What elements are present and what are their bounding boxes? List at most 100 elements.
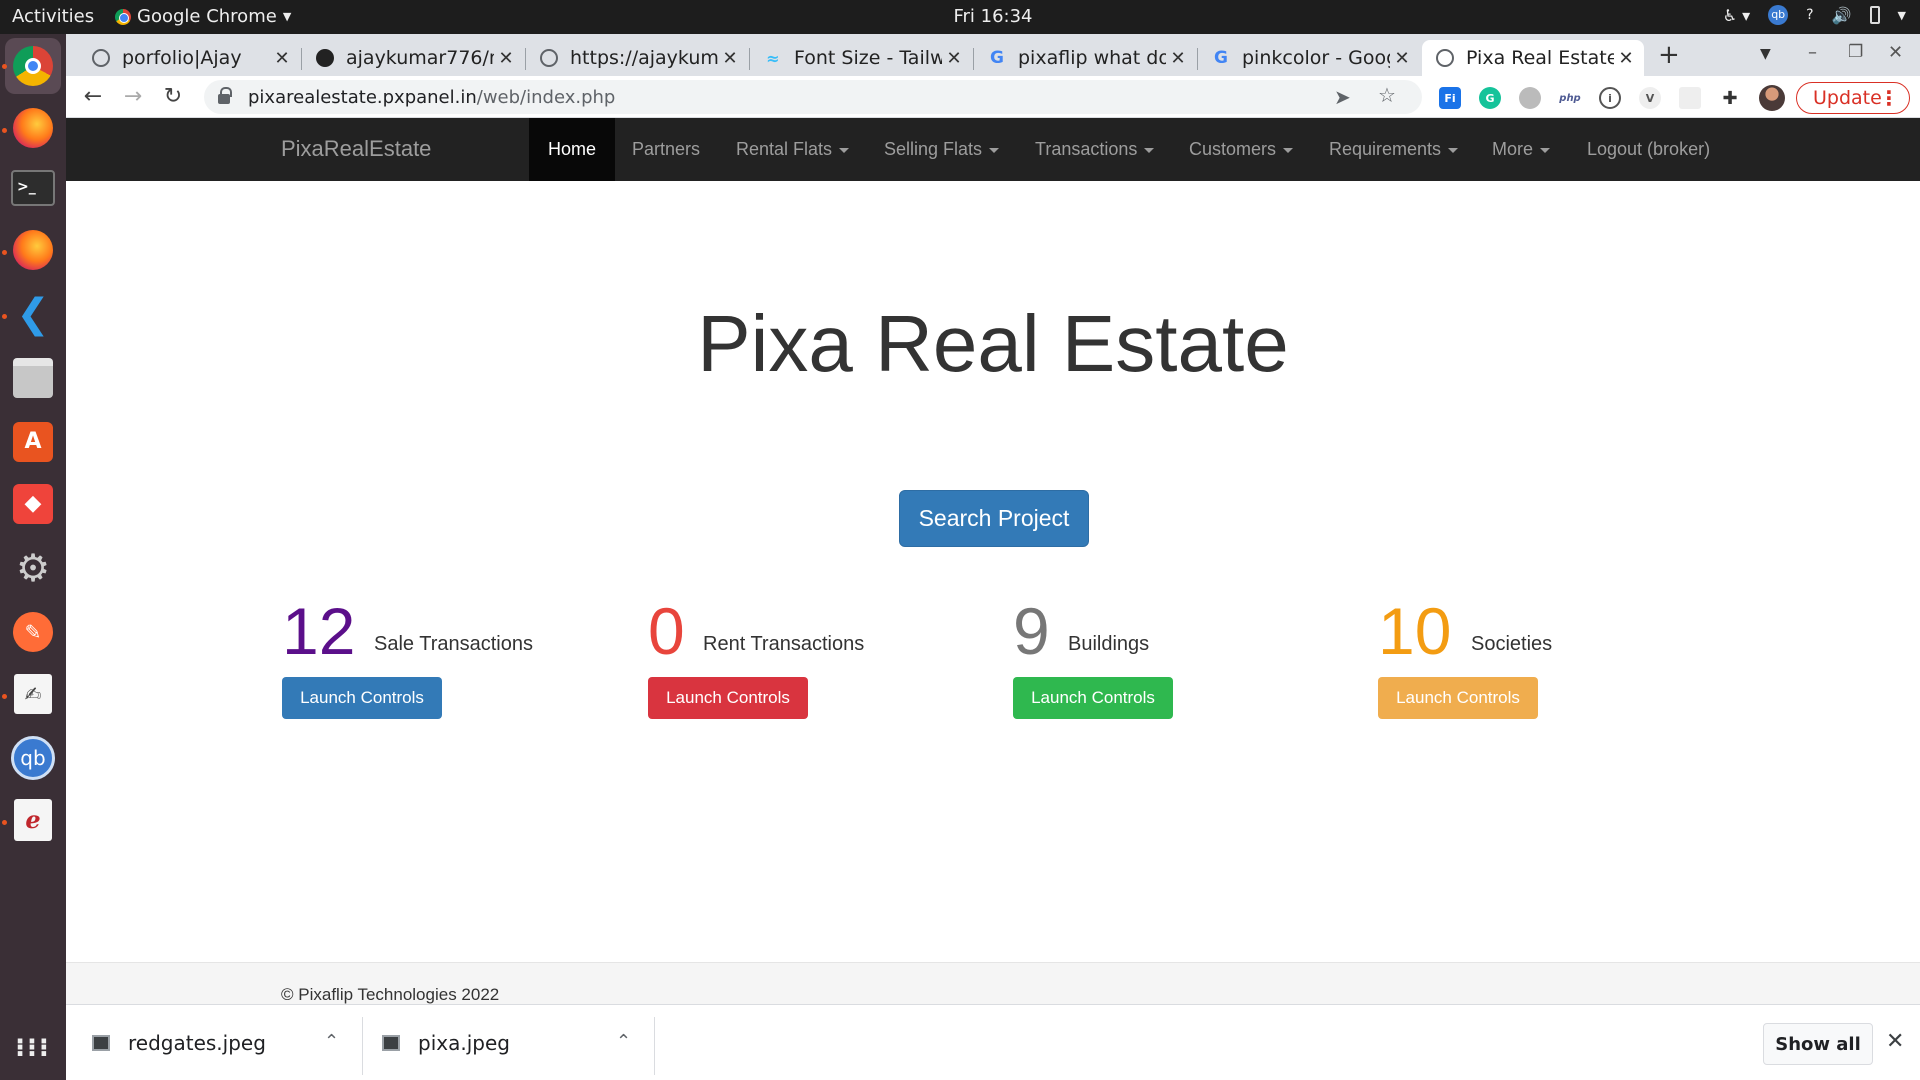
send-to-device-icon[interactable]: ➤ [1334, 85, 1351, 109]
extensions-puzzle-icon[interactable]: ✚ [1719, 87, 1741, 109]
postman-icon[interactable]: ✎ [9, 608, 57, 656]
new-tab-button[interactable]: + [1658, 40, 1680, 70]
chrome-dock-icon[interactable] [5, 38, 61, 94]
back-icon[interactable]: ← [80, 84, 106, 110]
close-icon[interactable]: ✕ [942, 48, 966, 69]
qbittorrent-tray-icon[interactable]: qb [1768, 5, 1789, 25]
tab-google-search-pixaflip[interactable]: G pixaflip what do ✕ [974, 40, 1196, 76]
stat-label: Rent Transactions [703, 633, 865, 655]
globe-icon [92, 49, 110, 67]
software-center-icon[interactable]: A [9, 418, 57, 466]
chevron-up-icon[interactable]: ⌃ [616, 1031, 631, 1052]
close-icon[interactable]: ✕ [1390, 48, 1414, 69]
stat-count: 12 [282, 594, 356, 668]
chevron-down-icon[interactable]: ▼ [1898, 9, 1906, 22]
close-icon[interactable]: ✕ [718, 48, 742, 69]
close-window-icon[interactable]: ✕ [1888, 42, 1903, 63]
tab-search-icon[interactable]: ▼ [1760, 46, 1771, 62]
nav-label: Partners [632, 139, 701, 159]
nav-more[interactable]: More [1492, 118, 1551, 181]
extension-circle-icon[interactable]: i [1599, 87, 1621, 109]
show-all-button[interactable]: Show all [1763, 1023, 1873, 1065]
extension-fi-icon[interactable]: Fi [1439, 87, 1461, 109]
stat-label: Buildings [1068, 633, 1150, 655]
chevron-up-icon[interactable]: ⌃ [324, 1031, 339, 1052]
settings-icon[interactable]: ⚙ [9, 544, 57, 592]
php-extension-icon[interactable]: php [1559, 87, 1581, 109]
clock[interactable]: Fri 16:34 [0, 6, 1920, 27]
globe-icon [1436, 49, 1454, 67]
avatar[interactable] [1759, 85, 1785, 111]
qbittorrent-icon[interactable]: qb [9, 734, 57, 782]
help-icon[interactable]: ? [1806, 7, 1813, 23]
extension-blank-icon[interactable] [1679, 87, 1701, 109]
grammarly-icon[interactable]: G [1479, 87, 1501, 109]
download-item[interactable]: pixa.jpeg [382, 1005, 592, 1080]
stat-label: Societies [1471, 633, 1553, 655]
tab-title: Font Size - Tailwi [794, 47, 942, 69]
tab-ajaykumar-site[interactable]: https://ajaykuma ✕ [526, 40, 748, 76]
download-item[interactable]: redgates.jpeg [92, 1005, 362, 1080]
address-bar[interactable]: pixarealestate.pxpanel.in/web/index.php … [204, 80, 1422, 114]
page-title: Pixa Real Estate [697, 299, 1289, 388]
running-indicator [2, 820, 7, 825]
close-icon[interactable]: ✕ [1614, 48, 1638, 69]
launch-controls-button[interactable]: Launch Controls [282, 677, 442, 719]
forward-icon[interactable]: → [120, 84, 146, 110]
globe-extension-icon[interactable] [1519, 87, 1541, 109]
show-applications-icon[interactable]: ⁝⁝⁝ [9, 1024, 57, 1072]
restore-icon[interactable]: ❐ [1848, 42, 1863, 62]
dock: >_ ❮ A ◆ ⚙ ✎ ✍ qb ℯ ⁝⁝⁝ [0, 34, 66, 1080]
download-divider [362, 1017, 363, 1075]
volume-icon[interactable]: 🔊 [1832, 6, 1852, 25]
search-project-button[interactable]: Search Project [899, 490, 1089, 547]
close-icon[interactable]: ✕ [270, 48, 294, 69]
terminal-icon[interactable]: >_ [9, 164, 57, 212]
files-icon[interactable] [9, 354, 57, 402]
stat-count: 0 [648, 594, 685, 668]
minimize-icon[interactable]: – [1808, 42, 1817, 63]
tab-pixa-real-estate[interactable]: Pixa Real Estate ✕ [1422, 40, 1644, 76]
tab-title: ajaykumar776/m [346, 47, 494, 69]
tab-title: pinkcolor - Googl [1242, 47, 1390, 69]
accessibility-icon[interactable]: ♿ ▾ [1723, 6, 1750, 25]
lock-icon[interactable] [218, 87, 232, 104]
battery-icon[interactable] [1869, 6, 1880, 24]
nav-partners[interactable]: Partners [632, 118, 700, 181]
firefox-icon[interactable] [9, 226, 57, 274]
running-indicator [2, 314, 7, 319]
image-file-icon [92, 1035, 110, 1051]
anydesk-icon[interactable]: ◆ [9, 480, 57, 528]
nav-home[interactable]: Home [529, 118, 616, 181]
browser-toolbar: ← → ↻ pixarealestate.pxpanel.in/web/inde… [66, 76, 1920, 118]
text-editor-icon[interactable]: ✍ [9, 670, 57, 718]
launch-controls-button[interactable]: Launch Controls [1013, 677, 1173, 719]
site-brand[interactable]: PixaRealEstate [281, 136, 431, 162]
kebab-menu-icon[interactable]: ⋮ [1879, 86, 1899, 110]
tab-portfolio[interactable]: porfolio|Ajay ✕ [78, 40, 300, 76]
launch-controls-button[interactable]: Launch Controls [648, 677, 808, 719]
reload-icon[interactable]: ↻ [160, 84, 186, 110]
update-button[interactable]: Update ⋮ [1796, 82, 1910, 114]
system-tray[interactable]: ♿ ▾ qb ? 🔊 ▼ [1723, 5, 1906, 25]
tab-google-search-pinkcolor[interactable]: G pinkcolor - Googl ✕ [1198, 40, 1420, 76]
download-shelf: redgates.jpeg ⌃ pixa.jpeg ⌃ Show all ✕ [66, 1004, 1920, 1080]
document-viewer-icon[interactable]: ℯ [9, 796, 57, 844]
tab-tailwind[interactable]: ≈ Font Size - Tailwi ✕ [750, 40, 972, 76]
firefox-icon[interactable] [9, 104, 57, 152]
bookmark-star-icon[interactable]: ☆ [1378, 83, 1396, 107]
nav-logout[interactable]: Logout (broker) [1587, 118, 1710, 181]
nav-customers[interactable]: Customers [1189, 118, 1294, 181]
nav-rental-flats[interactable]: Rental Flats [736, 118, 850, 181]
launch-controls-button[interactable]: Launch Controls [1378, 677, 1538, 719]
close-icon[interactable]: ✕ [1166, 48, 1190, 69]
vscode-icon[interactable]: ❮ [9, 290, 57, 338]
close-icon[interactable]: ✕ [1886, 1029, 1904, 1054]
running-indicator [2, 250, 7, 255]
vue-devtools-icon[interactable]: V [1639, 87, 1661, 109]
tab-github[interactable]: ajaykumar776/m ✕ [302, 40, 524, 76]
nav-requirements[interactable]: Requirements [1329, 118, 1459, 181]
close-icon[interactable]: ✕ [494, 48, 518, 69]
nav-transactions[interactable]: Transactions [1035, 118, 1155, 181]
nav-selling-flats[interactable]: Selling Flats [884, 118, 1000, 181]
